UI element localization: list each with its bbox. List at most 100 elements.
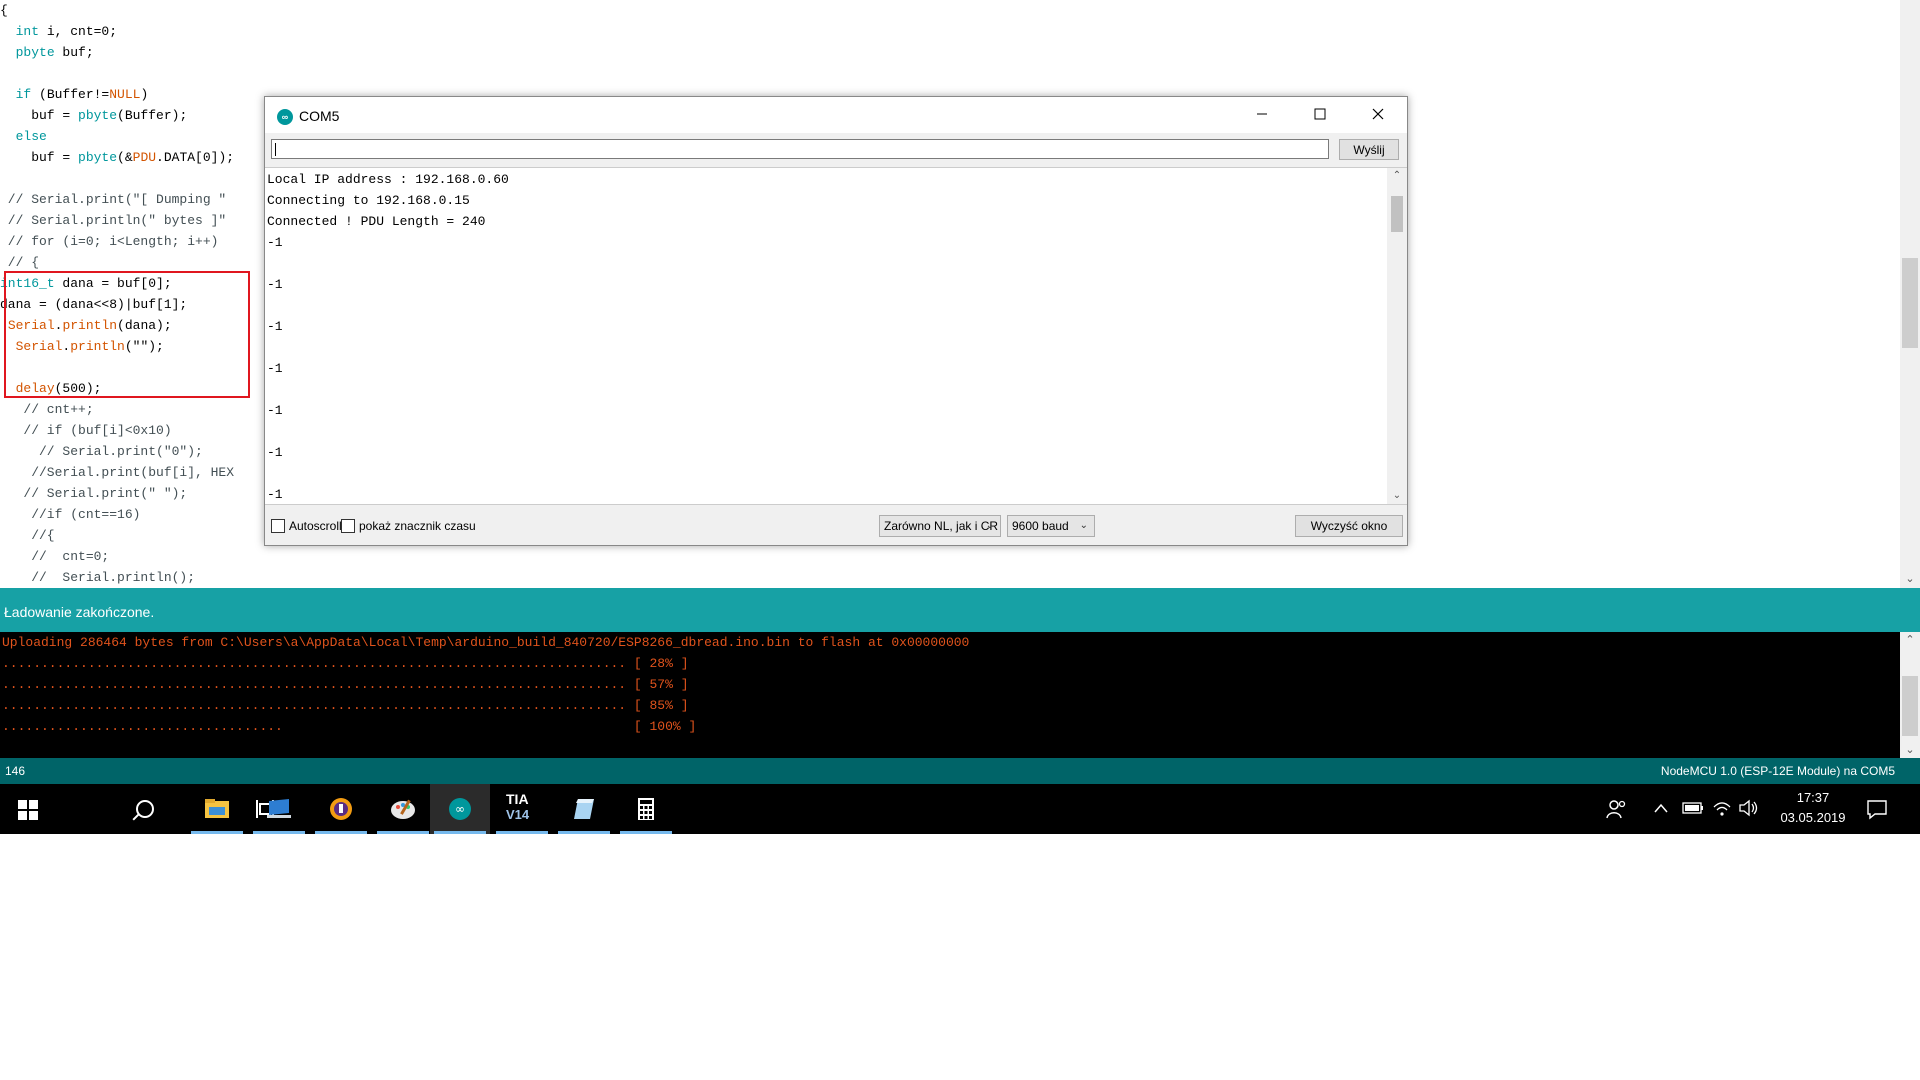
code-token: //if (cnt==16) xyxy=(0,507,141,522)
line-ending-value: Zarówno NL, jak i CR xyxy=(884,519,999,533)
timestamp-checkbox[interactable] xyxy=(341,519,355,533)
chevron-down-icon: ⌄ xyxy=(1079,520,1088,531)
code-line[interactable]: // Serial.println(" bytes ]" xyxy=(0,210,234,231)
scroll-down-arrow-icon[interactable]: ⌄ xyxy=(1900,742,1920,758)
code-token: PDU xyxy=(132,150,157,165)
send-button[interactable]: Wyślij xyxy=(1339,139,1399,160)
scroll-down-arrow-icon[interactable]: ⌄ xyxy=(1900,570,1920,588)
code-line[interactable] xyxy=(0,168,234,189)
clock-time[interactable]: 17:37 xyxy=(1778,790,1848,805)
code-token: buf; xyxy=(54,45,94,60)
code-token: // cnt=0; xyxy=(0,549,110,564)
taskbar-app-remote-desktop[interactable] xyxy=(249,784,309,834)
code-token: // Serial.println(" bytes ]" xyxy=(0,213,227,228)
notification-icon[interactable] xyxy=(1866,798,1888,820)
serial-output-line xyxy=(267,295,509,316)
code-line[interactable]: buf = pbyte(Buffer); xyxy=(0,105,234,126)
code-line[interactable] xyxy=(0,63,234,84)
console-line: .................................... [ 1… xyxy=(2,719,697,734)
scroll-up-arrow-icon[interactable]: ⌃ xyxy=(1387,168,1407,184)
code-line[interactable]: int i, cnt=0; xyxy=(0,21,234,42)
console-scrollbar-thumb[interactable] xyxy=(1902,676,1918,736)
clear-output-button[interactable]: Wyczyść okno xyxy=(1295,515,1403,537)
task-view-button[interactable] xyxy=(118,784,274,834)
code-line[interactable]: pbyte buf; xyxy=(0,42,234,63)
chevron-up-icon[interactable] xyxy=(1654,802,1668,814)
board-info: NodeMCU 1.0 (ESP-12E Module) na COM5 xyxy=(1660,764,1895,778)
code-line[interactable]: buf = pbyte(&PDU.DATA[0]); xyxy=(0,147,234,168)
close-button[interactable] xyxy=(1349,97,1407,133)
code-line[interactable]: // { xyxy=(0,252,234,273)
notes-app-icon xyxy=(574,799,594,819)
serial-output-text: Local IP address : 192.168.0.60 Connectin… xyxy=(267,169,509,505)
code-line[interactable]: // if (buf[i]<0x10) xyxy=(0,420,234,441)
arduino-icon: ∞ xyxy=(449,798,471,820)
code-token: else xyxy=(15,129,47,144)
autoscroll-checkbox[interactable] xyxy=(271,519,285,533)
calculator-icon xyxy=(638,798,654,820)
code-line[interactable]: { xyxy=(0,0,234,21)
search-button[interactable] xyxy=(58,784,154,834)
window-titlebar[interactable]: ∞ COM5 xyxy=(265,97,1407,133)
code-line[interactable]: // cnt++; xyxy=(0,399,234,420)
close-icon xyxy=(1372,108,1384,120)
taskbar-app-arduino[interactable]: ∞ xyxy=(430,784,490,834)
code-line[interactable]: // Serial.println(); xyxy=(0,567,234,588)
code-line[interactable]: //if (cnt==16) xyxy=(0,504,234,525)
code-line[interactable]: // Serial.print("[ Dumping " xyxy=(0,189,234,210)
taskbar-app-tia-portal[interactable]: TIA V14 xyxy=(492,784,552,834)
editor-scrollbar[interactable]: ⌄ xyxy=(1900,0,1920,588)
serial-output-line: -1 xyxy=(267,445,283,460)
taskbar-app-notes[interactable] xyxy=(554,784,614,834)
scroll-down-arrow-icon[interactable]: ⌄ xyxy=(1387,488,1407,504)
code-token: (Buffer!= xyxy=(31,87,110,102)
code-line[interactable]: // cnt=0; xyxy=(0,546,234,567)
remote-desktop-icon xyxy=(267,799,291,818)
code-token: buf = xyxy=(0,150,79,165)
code-line[interactable]: // Serial.print(" "); xyxy=(0,483,234,504)
code-line[interactable]: else xyxy=(0,126,234,147)
code-token: ) xyxy=(140,87,149,102)
start-button[interactable] xyxy=(0,784,60,834)
code-token: (& xyxy=(117,150,133,165)
console-scrollbar[interactable]: ⌃ ⌄ xyxy=(1900,632,1920,758)
line-ending-select[interactable]: Zarówno NL, jak i CR ⌄ xyxy=(879,515,1001,537)
clock-date[interactable]: 03.05.2019 xyxy=(1770,810,1856,825)
wifi-icon[interactable] xyxy=(1712,799,1732,817)
minimize-button[interactable] xyxy=(1233,97,1291,133)
taskbar-app-vpn[interactable] xyxy=(311,784,371,834)
maximize-button[interactable] xyxy=(1291,97,1349,133)
serial-output-line: -1 xyxy=(267,235,283,250)
serial-output-line: Connecting to 192.168.0.15 xyxy=(267,193,470,208)
svg-text:∞: ∞ xyxy=(455,802,465,816)
code-token: pbyte xyxy=(15,45,55,60)
baud-rate-select[interactable]: 9600 baud ⌄ xyxy=(1007,515,1095,537)
volume-icon[interactable] xyxy=(1738,799,1760,817)
output-scrollbar-thumb[interactable] xyxy=(1391,196,1403,232)
battery-icon[interactable] xyxy=(1682,801,1704,815)
code-token: int xyxy=(15,24,40,39)
timestamp-label: pokaż znacznik czasu xyxy=(359,519,476,533)
code-line[interactable]: if (Buffer!=NULL) xyxy=(0,84,234,105)
windows-taskbar: ∞ TIA V14 17:37 03.05.2019 xyxy=(0,784,1920,834)
window-title: COM5 xyxy=(299,108,340,124)
code-line[interactable]: // for (i=0; i<Length; i++) xyxy=(0,231,234,252)
people-icon[interactable] xyxy=(1606,798,1628,820)
taskbar-app-calculator[interactable] xyxy=(616,784,676,834)
taskbar-app-file-explorer[interactable] xyxy=(187,784,247,834)
editor-scrollbar-thumb[interactable] xyxy=(1902,258,1918,348)
code-line[interactable]: //Serial.print(buf[i], HEX xyxy=(0,462,234,483)
code-token: // if (buf[i]<0x10) xyxy=(0,423,172,438)
taskbar-app-paint[interactable] xyxy=(373,784,433,834)
code-line[interactable]: // Serial.print("0"); xyxy=(0,441,234,462)
code-token: pbyte xyxy=(78,108,118,123)
scroll-up-arrow-icon[interactable]: ⌃ xyxy=(1900,632,1920,648)
serial-output-line: -1 xyxy=(267,403,283,418)
output-scrollbar[interactable]: ⌃ ⌄ xyxy=(1387,168,1407,504)
autoscroll-label: Autoscroll xyxy=(289,519,342,533)
serial-send-input[interactable] xyxy=(271,139,1329,159)
code-token: .DATA[0]); xyxy=(156,150,235,165)
serial-output-area[interactable]: Local IP address : 192.168.0.60 Connectin… xyxy=(265,167,1407,505)
code-line[interactable]: //{ xyxy=(0,525,234,546)
